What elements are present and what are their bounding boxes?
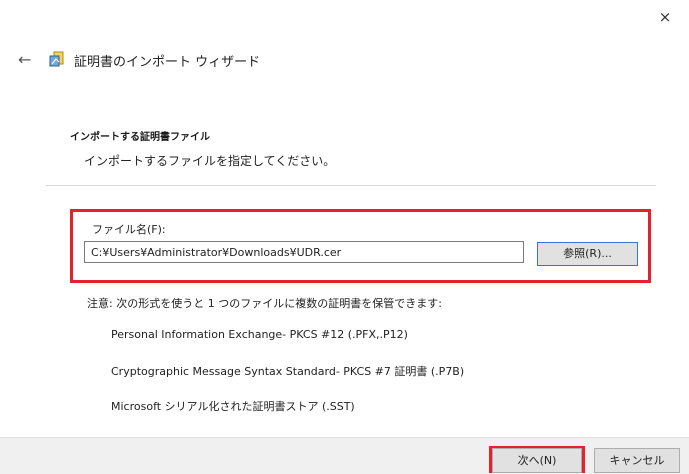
close-icon[interactable]: ×	[655, 8, 675, 26]
format-item-sst: Microsoft シリアル化された証明書ストア (.SST)	[111, 400, 355, 413]
format-item-pfx: Personal Information Exchange- PKCS #12 …	[111, 328, 408, 341]
file-path-input[interactable]	[84, 241, 524, 263]
section-title: インポートする証明書ファイル	[70, 132, 210, 143]
next-button[interactable]: 次へ(N)	[492, 448, 582, 473]
certificate-wizard-icon	[49, 51, 64, 67]
certificate-import-wizard-window: × ← 証明書のインポート ウィザード インポートする証明書ファイル インポート…	[0, 0, 689, 474]
header-divider	[46, 185, 656, 186]
format-note: 注意: 次の形式を使うと 1 つのファイルに複数の証明書を保管できます:	[87, 297, 442, 310]
back-arrow-icon[interactable]: ←	[18, 50, 31, 69]
cancel-button[interactable]: キャンセル	[594, 448, 680, 473]
format-item-p7b: Cryptographic Message Syntax Standard- P…	[111, 365, 465, 378]
wizard-footer	[0, 437, 689, 474]
browse-button[interactable]: 参照(R)...	[537, 242, 638, 266]
section-subtitle: インポートするファイルを指定してください。	[84, 154, 336, 168]
wizard-header	[0, 0, 689, 175]
file-name-label: ファイル名(F):	[92, 223, 166, 236]
wizard-title: 証明書のインポート ウィザード	[74, 55, 261, 70]
